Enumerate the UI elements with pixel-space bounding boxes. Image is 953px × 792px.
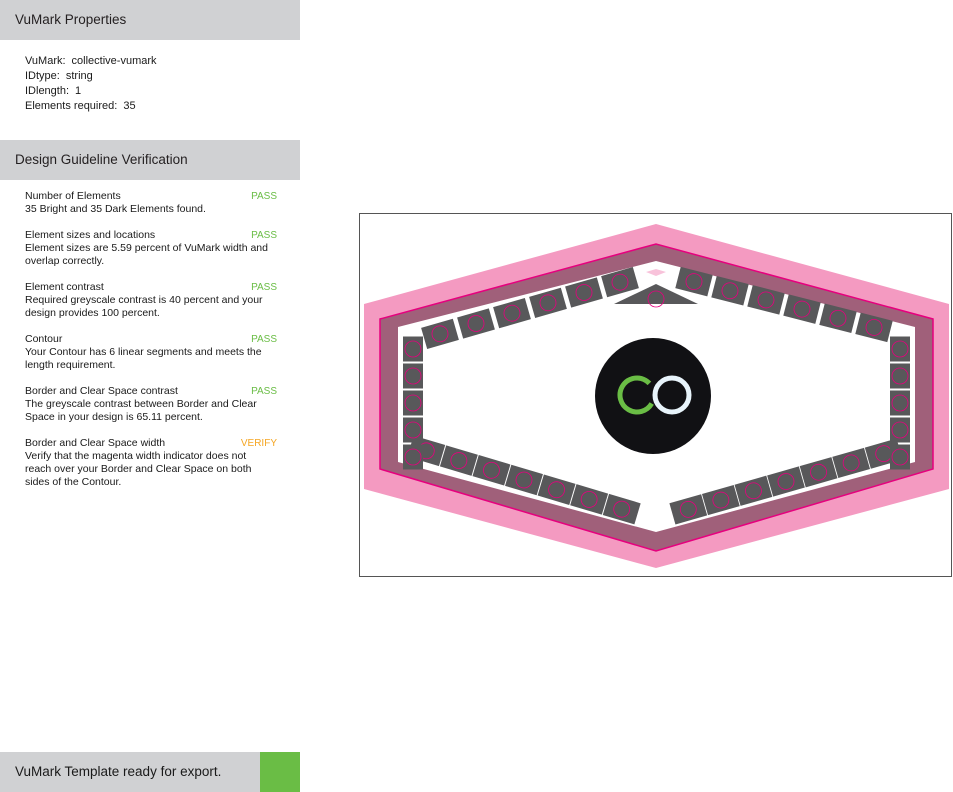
verification-list: Number of Elements PASS 35 Bright and 35… [25,190,280,502]
contour-element [403,444,423,470]
contour-element [890,444,910,470]
property-idtype: IDtype: string [25,70,93,82]
export-status-indicator [260,752,300,792]
check-border-width: Border and Clear Space width VERIFY Veri… [25,437,277,488]
status-badge: PASS [251,334,277,345]
check-border-contrast: Border and Clear Space contrast PASS The… [25,385,277,423]
design-verification-header: Design Guideline Verification [0,140,300,180]
check-contour: Contour PASS Your Contour has 6 linear s… [25,333,277,371]
contour-element [403,363,423,389]
contour-element [403,336,423,362]
vumark-preview-canvas [364,224,949,568]
export-status-bar: VuMark Template ready for export. [0,752,260,792]
contour-element [890,363,910,389]
vumark-properties-list: VuMark: collective-vumark IDtype: string I… [25,54,157,114]
contour-element [890,336,910,362]
property-idlength: IDlength: 1 [25,85,82,97]
property-vumark: VuMark: collective-vumark [25,55,157,67]
check-element-contrast: Element contrast PASS Required greyscale… [25,281,277,319]
status-badge: VERIFY [240,438,277,449]
contour-element [890,390,910,416]
status-badge: PASS [251,191,277,202]
contour-element [403,417,423,443]
status-badge: PASS [251,230,277,241]
status-badge: PASS [251,386,277,397]
property-elements-required: Elements required: 35 [25,100,136,112]
vumark-properties-header: VuMark Properties [0,0,300,40]
status-badge: PASS [251,282,277,293]
check-element-sizes: Element sizes and locations PASS Element… [25,229,277,267]
contour-element [890,417,910,443]
contour-element [403,390,423,416]
vumark-preview [359,213,952,577]
check-number-of-elements: Number of Elements PASS 35 Bright and 35… [25,190,277,215]
